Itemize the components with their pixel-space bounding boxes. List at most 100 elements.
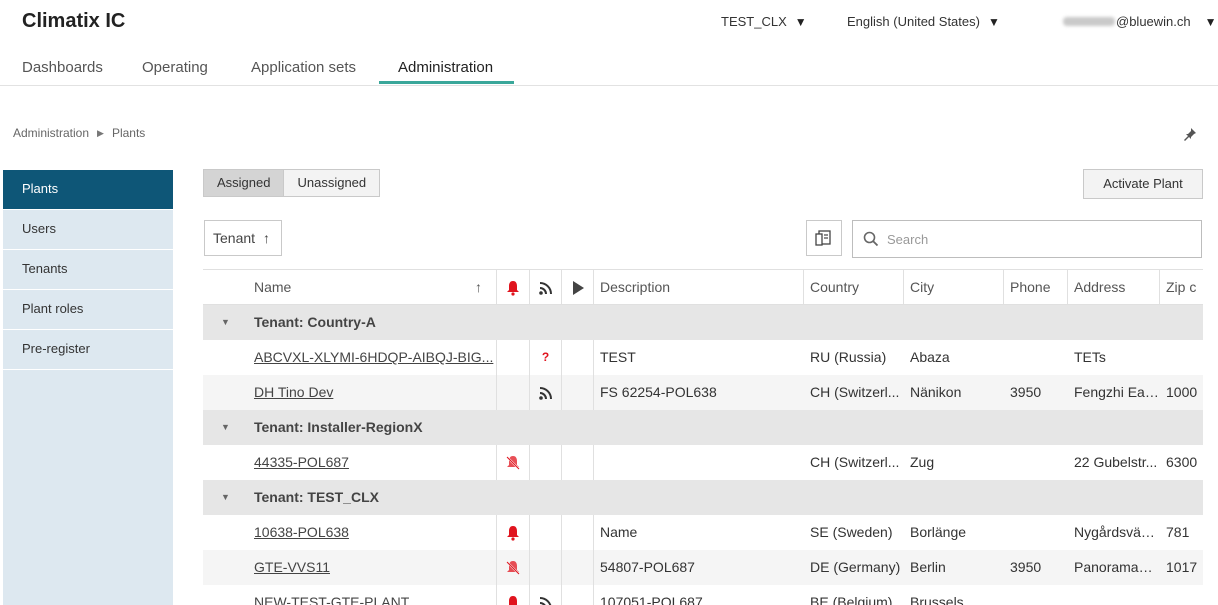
plant-name-link[interactable]: DH Tino Dev [254, 384, 333, 400]
group-sort-button[interactable]: Tenant ↑ [204, 220, 282, 256]
chevron-down-icon: ▼ [987, 14, 1000, 29]
language-label: English (United States) [847, 14, 980, 29]
city-cell: Zug [910, 454, 935, 470]
chevron-down-icon: ▼ [1204, 14, 1217, 29]
plant-name-link[interactable]: ABCVXL-XLYMI-6HDQP-AIBQJ-BIG... [254, 349, 493, 365]
col-header-country[interactable]: Country [803, 270, 903, 305]
city-cell: Nänikon [910, 384, 962, 400]
column-chooser-button[interactable] [806, 220, 842, 256]
breadcrumb-separator-icon: ▶ [97, 127, 104, 138]
address-cell: Fengzhi Eas... [1074, 384, 1159, 400]
sidebar-item-plants[interactable]: Plants [3, 170, 173, 210]
table-row[interactable]: 44335-POL687 CH (Switzerl... Zug 22 Gube… [203, 445, 1203, 480]
tab-operating[interactable]: Operating [142, 50, 208, 86]
sidebar-item-pre-register[interactable]: Pre-register [3, 330, 173, 370]
table-row[interactable]: DH Tino Dev FS 62254-POL638 CH (Switzerl… [203, 375, 1203, 410]
wifi-icon [530, 585, 561, 605]
col-header-connection[interactable] [530, 270, 561, 305]
phone-cell [1003, 445, 1067, 480]
language-selector[interactable]: English (United States) ▼ [847, 14, 1000, 29]
unassigned-button[interactable]: Unassigned [284, 169, 381, 197]
active-tab-indicator [379, 81, 514, 84]
description-cell: Name [600, 524, 638, 540]
sort-up-icon[interactable]: ↑ [475, 270, 495, 305]
search-box [852, 220, 1202, 258]
group-row[interactable]: ▼ Tenant: TEST_CLX [203, 480, 1203, 515]
phone-cell: 3950 [1010, 384, 1042, 400]
phone-cell [1003, 515, 1067, 550]
plant-name-link[interactable]: 10638-POL638 [254, 524, 349, 540]
column-chooser-icon [815, 230, 831, 246]
phone-cell: 3950 [1010, 559, 1042, 575]
assigned-button[interactable]: Assigned [203, 169, 285, 197]
wifi-icon [530, 375, 561, 410]
address-cell: 22 Gubelstr... [1074, 454, 1158, 470]
city-cell: Borlänge [910, 524, 967, 540]
play-icon [572, 280, 584, 295]
col-header-city[interactable]: City [903, 270, 1003, 305]
tab-application-sets[interactable]: Application sets [251, 50, 356, 86]
tab-dashboards[interactable]: Dashboards [22, 50, 103, 86]
group-label: Tenant: Country-A [254, 314, 376, 330]
sidebar-item-plant-roles[interactable]: Plant roles [3, 290, 173, 330]
col-header-description[interactable]: Description [593, 270, 803, 305]
description-cell [593, 445, 803, 480]
col-header-zip[interactable]: Zip c [1159, 270, 1203, 305]
grid-header-row: Name ↑ Description Country City Phone Ad… [203, 270, 1203, 305]
main-nav: Dashboards Operating Application sets Ad… [0, 50, 1218, 86]
country-cell: SE (Sweden) [810, 524, 893, 540]
tenant-label: TEST_CLX [721, 14, 787, 29]
city-cell: Berlin [910, 559, 946, 575]
plant-name-link[interactable]: GTE-VVS11 [254, 559, 330, 575]
plant-name-link[interactable]: NEW-TEST-GTE-PLANT [254, 594, 409, 605]
sidebar-item-tenants[interactable]: Tenants [3, 250, 173, 290]
unknown-status-icon: ? [541, 350, 550, 364]
table-row[interactable]: 10638-POL638 Name SE (Sweden) Borlänge N… [203, 515, 1203, 550]
zip-cell: 1000 [1166, 384, 1198, 400]
sort-up-icon: ↑ [262, 230, 270, 246]
activate-plant-button[interactable]: Activate Plant [1083, 169, 1203, 199]
col-header-address[interactable]: Address [1067, 270, 1159, 305]
assignment-toggle: Assigned Unassigned [203, 169, 381, 197]
group-row[interactable]: ▼ Tenant: Installer-RegionX [203, 410, 1203, 445]
table-row[interactable]: NEW-TEST-GTE-PLANT 107051-POL687 BE (Bel… [203, 585, 1203, 605]
app-title: Climatix IC [22, 10, 126, 32]
search-icon [863, 231, 879, 247]
chevron-down-icon[interactable]: ▼ [221, 480, 230, 515]
zip-cell: 6300 [1166, 454, 1198, 470]
description-cell: 54807-POL687 [600, 559, 695, 575]
breadcrumb: Administration ▶ Plants [13, 126, 145, 140]
breadcrumb-root[interactable]: Administration [13, 126, 89, 140]
col-header-alarm[interactable] [497, 270, 529, 305]
city-cell: Abaza [910, 349, 950, 365]
group-row[interactable]: ▼ Tenant: Country-A [203, 305, 1203, 340]
table-row[interactable]: GTE-VVS11 54807-POL687 DE (Germany) Berl… [203, 550, 1203, 585]
country-cell: DE (Germany) [810, 559, 901, 575]
group-label: Tenant: TEST_CLX [254, 489, 379, 505]
sidebar-item-users[interactable]: Users [3, 210, 173, 250]
phone-cell [1003, 340, 1067, 375]
col-header-run[interactable] [562, 270, 593, 305]
chevron-down-icon[interactable]: ▼ [221, 410, 230, 445]
pin-icon[interactable] [1182, 124, 1200, 142]
phone-cell [1003, 585, 1067, 605]
address-cell: TETs [1074, 349, 1106, 365]
col-header-phone[interactable]: Phone [1003, 270, 1067, 305]
bell-muted-icon [497, 445, 529, 480]
chevron-down-icon[interactable]: ▼ [221, 305, 230, 340]
table-row[interactable]: ABCVXL-XLYMI-6HDQP-AIBQJ-BIG... ? TEST R… [203, 340, 1203, 375]
bell-icon [507, 280, 519, 296]
group-label: Tenant: Installer-RegionX [254, 419, 423, 435]
zip-cell: 781 [1166, 524, 1190, 540]
search-input[interactable] [887, 231, 1187, 247]
user-menu[interactable]: @bluewin.ch ▼ [1063, 14, 1217, 29]
address-cell: Nygårdsväg... [1074, 524, 1159, 540]
tenant-selector[interactable]: TEST_CLX ▼ [721, 14, 807, 29]
description-cell: 107051-POL687 [600, 594, 703, 605]
wifi-icon [538, 281, 552, 295]
redacted-username [1063, 17, 1115, 26]
plant-name-link[interactable]: 44335-POL687 [254, 454, 349, 470]
plants-grid: Name ↑ Description Country City Phone Ad… [203, 269, 1203, 605]
zip-cell [1159, 340, 1203, 375]
col-header-name[interactable]: Name [247, 270, 487, 305]
